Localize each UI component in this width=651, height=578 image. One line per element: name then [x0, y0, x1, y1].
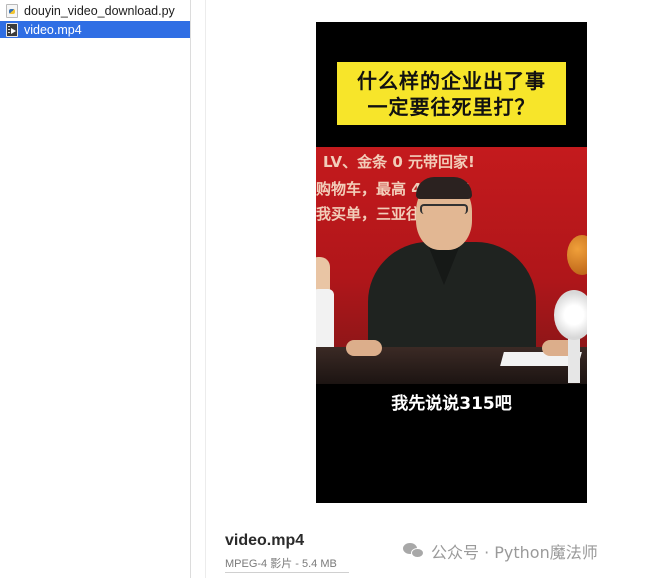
file-name-label: video.mp4	[24, 22, 82, 37]
banner-text: 我买单，三亚往	[316, 205, 422, 223]
preview-file-name: video.mp4	[225, 532, 305, 549]
video-preview[interactable]: 什么样的企业出了事 一定要往死里打？ LV、金条 0 元带回家! 购物车，最高 …	[316, 22, 587, 503]
desk-fan	[554, 290, 587, 340]
left-hand	[346, 340, 382, 356]
python-file-icon	[6, 3, 18, 18]
file-row-python[interactable]: douyin_video_download.py	[0, 2, 190, 19]
preview-file-meta: MPEG-4 影片 - 5.4 MB	[225, 558, 337, 570]
video-title-line: 一定要往死里打？	[367, 94, 536, 119]
speaker-hair	[416, 177, 472, 199]
watermark: 公众号 · Python魔法师	[403, 540, 598, 562]
video-subtitle: 我先说说315吧	[391, 394, 512, 414]
watermark-text: 公众号 · Python魔法师	[431, 543, 598, 562]
banner-text: LV、金条 0 元带回家!	[323, 153, 475, 171]
video-file-icon	[6, 22, 18, 37]
fan-stand	[568, 335, 580, 383]
file-list-column: douyin_video_download.py video.mp4	[0, 0, 190, 578]
video-title-line: 什么样的企业出了事	[357, 68, 546, 93]
balloon-decoration	[567, 235, 587, 275]
video-title-overlay: 什么样的企业出了事 一定要往死里打？	[337, 62, 566, 125]
file-row-video[interactable]: video.mp4	[0, 21, 190, 38]
finder-window: douyin_video_download.py video.mp4 什么样的企…	[0, 0, 651, 578]
file-name-label: douyin_video_download.py	[24, 3, 175, 18]
divider	[225, 572, 349, 573]
column-divider[interactable]	[190, 0, 191, 578]
column-divider	[205, 0, 206, 578]
video-frame-scene: LV、金条 0 元带回家! 购物车，最高 49999! 我买单，三亚往	[316, 147, 587, 384]
wechat-icon	[403, 542, 425, 560]
glasses	[420, 204, 468, 214]
